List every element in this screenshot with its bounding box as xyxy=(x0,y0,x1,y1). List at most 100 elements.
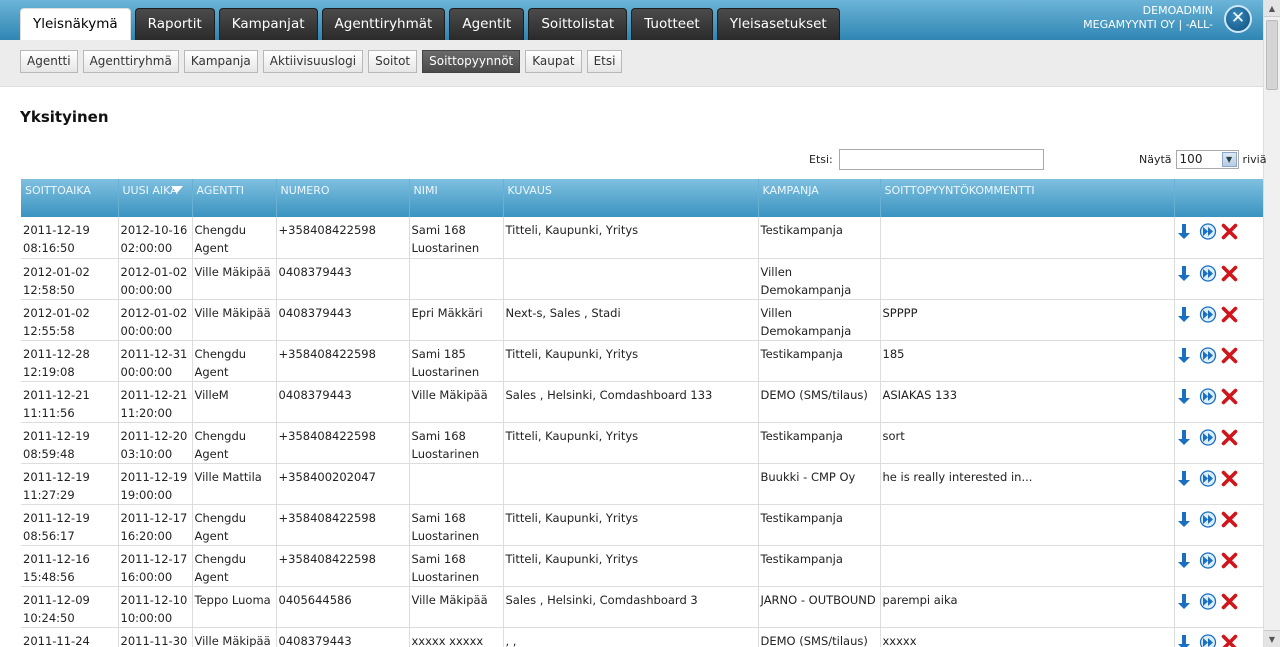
table-cell: Titteli, Kaupunki, Yritys xyxy=(503,340,759,382)
column-header-label: KAMPANJA xyxy=(762,184,819,197)
table-row[interactable]: 2011-12-09 10:24:50 2011-12-10 10:00:00 Te… xyxy=(21,586,1263,628)
delete-icon[interactable] xyxy=(1221,552,1239,569)
forward-call-icon[interactable] xyxy=(1199,305,1217,323)
table-cell: Testikampanja xyxy=(758,422,881,464)
table-row[interactable]: 2011-12-19 11:27:29 2011-12-19 19:00:00 Vi… xyxy=(21,463,1263,505)
tab-1[interactable]: Raportit xyxy=(134,8,215,40)
delete-icon[interactable] xyxy=(1221,593,1239,610)
download-arrow-icon[interactable] xyxy=(1177,593,1195,610)
tab-0[interactable]: Yleisnäkymä xyxy=(20,8,131,41)
close-icon[interactable]: ✕ xyxy=(1224,5,1252,33)
table-row[interactable]: 2011-12-21 11:11:56 2011-12-21 11:20:00 Vi… xyxy=(21,381,1263,423)
rows-per-page-select[interactable]: 100 ▼ xyxy=(1175,150,1239,169)
subtab-1[interactable]: Agenttiryhmä xyxy=(82,50,179,73)
scroll-thumb[interactable] xyxy=(1266,20,1278,90)
subtab-5[interactable]: Soittopyynnöt xyxy=(422,50,521,73)
subtab-7[interactable]: Etsi xyxy=(586,50,623,73)
download-arrow-icon[interactable] xyxy=(1177,265,1195,282)
table-cell: 2012-01-02 12:55:58 xyxy=(21,299,119,341)
column-header-5[interactable]: KUVAUS xyxy=(503,179,759,217)
forward-call-icon[interactable] xyxy=(1199,633,1217,647)
tab-6[interactable]: Tuotteet xyxy=(631,8,713,40)
delete-icon[interactable] xyxy=(1221,265,1239,282)
table-cell: Testikampanja xyxy=(758,217,881,259)
subtab-6[interactable]: Kaupat xyxy=(525,50,582,73)
forward-call-icon[interactable] xyxy=(1199,346,1217,364)
forward-call-icon[interactable] xyxy=(1199,387,1217,405)
table-row[interactable]: 2011-12-19 08:16:50 2012-10-16 02:00:00 Ch… xyxy=(21,217,1263,259)
delete-icon[interactable] xyxy=(1221,306,1239,323)
delete-icon[interactable] xyxy=(1221,511,1239,528)
table-row[interactable]: 2011-12-16 15:48:56 2011-12-17 16:00:00 Ch… xyxy=(21,545,1263,587)
table-row[interactable]: 2011-12-19 08:59:48 2011-12-20 03:10:00 Ch… xyxy=(21,422,1263,464)
delete-icon[interactable] xyxy=(1221,223,1239,240)
column-header-label: AGENTTI xyxy=(196,184,245,197)
tab-4[interactable]: Agentit xyxy=(449,8,525,40)
download-arrow-icon[interactable] xyxy=(1177,552,1195,569)
tab-2[interactable]: Kampanjat xyxy=(218,8,318,40)
table-row[interactable]: 2011-11-24 2011-11-30 Ville Mäkipää 0408379… xyxy=(21,627,1263,647)
table-cell: DEMO (SMS/tilaus) xyxy=(758,381,881,423)
table-row[interactable]: 2011-12-28 12:19:08 2011-12-31 00:00:00 Ch… xyxy=(21,340,1263,382)
table-row[interactable]: 2012-01-02 12:58:50 2012-01-02 00:00:00 Vi… xyxy=(21,258,1263,300)
table-cell: 2012-10-16 02:00:00 xyxy=(118,217,193,259)
subtab-2[interactable]: Kampanja xyxy=(183,50,258,73)
column-header-0[interactable]: SOITTOAIKA xyxy=(21,179,119,217)
delete-icon[interactable] xyxy=(1221,388,1239,405)
table-cell: +358408422598 xyxy=(276,217,410,259)
rows-per-page: Näytä 100 ▼ riviä xyxy=(1139,150,1266,169)
column-header-8[interactable] xyxy=(1174,179,1263,217)
table-cell: +358408422598 xyxy=(276,545,410,587)
action-group xyxy=(1177,263,1262,282)
delete-icon[interactable] xyxy=(1221,634,1239,647)
delete-icon[interactable] xyxy=(1221,429,1239,446)
action-group xyxy=(1177,591,1262,610)
forward-call-icon[interactable] xyxy=(1199,551,1217,569)
sort-desc-icon[interactable] xyxy=(170,186,183,193)
tab-5[interactable]: Soittolistat xyxy=(528,8,628,40)
delete-icon[interactable] xyxy=(1221,470,1239,487)
scroll-up-icon[interactable]: ▲ xyxy=(1264,0,1280,17)
subtab-0[interactable]: Agentti xyxy=(20,50,78,73)
vertical-scrollbar[interactable]: ▲ ▼ xyxy=(1263,0,1280,647)
forward-call-icon[interactable] xyxy=(1199,428,1217,446)
download-arrow-icon[interactable] xyxy=(1177,634,1195,647)
column-header-6[interactable]: KAMPANJA xyxy=(758,179,881,217)
table-cell: +358400202047 xyxy=(276,463,410,505)
column-header-2[interactable]: AGENTTI xyxy=(192,179,277,217)
table-cell: Chengdu Agent xyxy=(192,340,277,382)
table-cell: Chengdu Agent xyxy=(192,545,277,587)
table-row[interactable]: 2011-12-19 08:56:17 2011-12-17 16:20:00 Ch… xyxy=(21,504,1263,546)
download-arrow-icon[interactable] xyxy=(1177,347,1195,364)
download-arrow-icon[interactable] xyxy=(1177,306,1195,323)
table-cell: 0405644586 xyxy=(276,586,410,628)
table-cell: 2011-12-19 08:59:48 xyxy=(21,422,119,464)
scroll-down-icon[interactable]: ▼ xyxy=(1264,630,1280,647)
column-header-1[interactable]: UUSI AIKA xyxy=(118,179,193,217)
tab-7[interactable]: Yleisasetukset xyxy=(716,8,840,40)
column-header-3[interactable]: NUMERO xyxy=(276,179,410,217)
table-cell: Ville Mäkipää xyxy=(409,586,504,628)
column-header-4[interactable]: NIMI xyxy=(409,179,504,217)
forward-call-icon[interactable] xyxy=(1199,592,1217,610)
tab-3[interactable]: Agenttiryhmät xyxy=(321,8,446,40)
subtab-4[interactable]: Soitot xyxy=(368,50,418,73)
download-arrow-icon[interactable] xyxy=(1177,470,1195,487)
sub-tabs: Agentti Agenttiryhmä Kampanja Aktiivisuuslo… xyxy=(20,50,623,73)
table-cell: Titteli, Kaupunki, Yritys xyxy=(503,545,759,587)
download-arrow-icon[interactable] xyxy=(1177,511,1195,528)
column-header-7[interactable]: SOITTOPYYNTÖKOMMENTTI xyxy=(880,179,1175,217)
subtab-3[interactable]: Aktiivisuuslogi xyxy=(262,50,364,73)
forward-call-icon[interactable] xyxy=(1199,264,1217,282)
table-cell: Sami 168 Luostarinen xyxy=(409,217,504,259)
table-row[interactable]: 2012-01-02 12:55:58 2012-01-02 00:00:00 Vi… xyxy=(21,299,1263,341)
row-actions xyxy=(1174,217,1263,259)
forward-call-icon[interactable] xyxy=(1199,223,1217,240)
delete-icon[interactable] xyxy=(1221,347,1239,364)
forward-call-icon[interactable] xyxy=(1199,510,1217,528)
forward-call-icon[interactable] xyxy=(1199,469,1217,487)
download-arrow-icon[interactable] xyxy=(1177,429,1195,446)
search-input[interactable] xyxy=(838,149,1044,170)
download-arrow-icon[interactable] xyxy=(1177,388,1195,405)
download-arrow-icon[interactable] xyxy=(1177,223,1195,240)
